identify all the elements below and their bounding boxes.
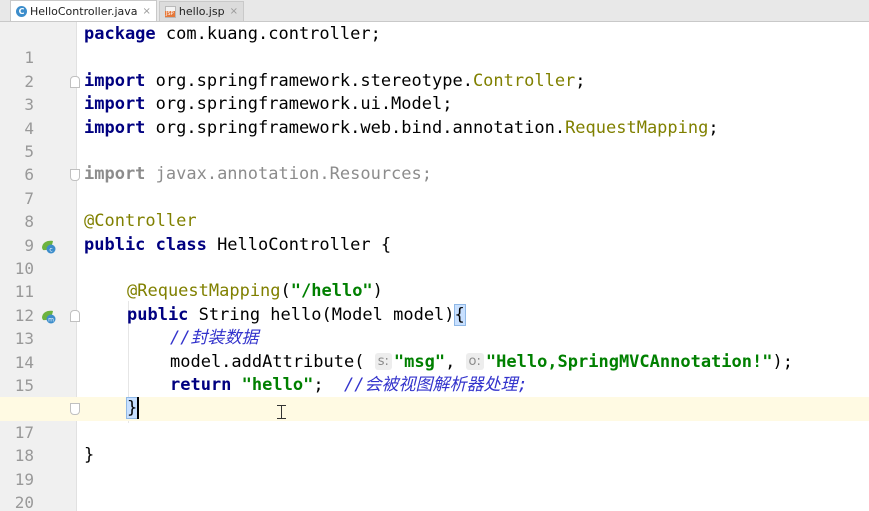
- code-line: 12 @RequestMapping("/hello"): [0, 280, 869, 324]
- code-line: 9 @Controller: [0, 210, 869, 254]
- current-code-line: 17 }: [0, 397, 869, 442]
- line-number: 20: [14, 493, 34, 511]
- svg-text:c: c: [49, 246, 52, 253]
- svg-text:m: m: [48, 316, 54, 323]
- code-line: 13 m public String hello(Model model){: [0, 303, 869, 348]
- code-text[interactable]: }: [84, 444, 94, 467]
- fold-icon[interactable]: [70, 309, 80, 322]
- parameter-hint: s:: [374, 352, 392, 370]
- spring-bean-icon[interactable]: c: [40, 238, 56, 254]
- editor-tab-bar: C HelloController.java × hello.jsp ×: [0, 0, 869, 22]
- jsp-file-icon: [164, 5, 176, 18]
- code-text[interactable]: public String hello(Model model){: [127, 303, 466, 327]
- code-text[interactable]: @Controller: [84, 210, 197, 233]
- fold-icon[interactable]: [70, 75, 80, 88]
- code-line: 14 //封装数据: [0, 327, 869, 371]
- code-line: 18: [0, 421, 869, 465]
- code-text[interactable]: import org.springframework.ui.Model;: [84, 93, 452, 116]
- code-line: 6: [0, 140, 869, 184]
- fold-icon[interactable]: [70, 403, 80, 416]
- code-line: 10 c public class HelloController {: [0, 234, 869, 278]
- code-text[interactable]: package com.kuang.controller;: [84, 23, 381, 46]
- tab-label: hello.jsp: [178, 5, 225, 18]
- code-line: 5 import org.springframework.web.bind.an…: [0, 117, 869, 161]
- code-text[interactable]: //封装数据: [170, 327, 258, 350]
- code-text[interactable]: import javax.annotation.Resources;: [84, 163, 432, 186]
- code-text[interactable]: }: [125, 397, 139, 420]
- code-line: 16 return "hello"; //会被视图解析器处理;: [0, 374, 869, 418]
- code-line: 7 import javax.annotation.Resources;: [0, 163, 869, 207]
- code-text[interactable]: import org.springframework.web.bind.anno…: [84, 117, 719, 140]
- tab-hello-jsp[interactable]: hello.jsp ×: [158, 1, 244, 21]
- code-text[interactable]: import org.springframework.stereotype.Co…: [84, 70, 586, 93]
- code-line: 4 import org.springframework.ui.Model;: [0, 93, 869, 137]
- tab-label: HelloController.java: [30, 4, 138, 18]
- code-line: 19 }: [0, 444, 869, 488]
- spring-request-mapping-icon[interactable]: m: [40, 308, 56, 324]
- code-line: 3 import org.springframework.stereotype.…: [0, 70, 869, 114]
- code-line: 2: [0, 46, 869, 91]
- code-line: 11: [0, 257, 869, 301]
- tab-hello-controller[interactable]: C HelloController.java ×: [10, 0, 157, 21]
- code-text[interactable]: public class HelloController {: [84, 234, 391, 257]
- code-text[interactable]: @RequestMapping("/hello"): [127, 280, 383, 303]
- code-line: 8: [0, 187, 869, 231]
- code-text[interactable]: model.addAttribute( s: "msg", o: "Hello,Sp…: [170, 351, 793, 374]
- code-line: 1 package com.kuang.controller;: [0, 23, 869, 67]
- code-line: 15 model.addAttribute( s: "msg", o: "Hello…: [0, 351, 869, 395]
- mouse-ibeam-cursor: [277, 405, 290, 419]
- text-caret: [137, 397, 139, 419]
- code-line: 20: [0, 468, 869, 511]
- parameter-hint: o:: [465, 352, 484, 370]
- close-icon[interactable]: ×: [143, 6, 151, 17]
- code-text[interactable]: return "hello"; //会被视图解析器处理;: [170, 374, 528, 397]
- fold-icon[interactable]: [70, 169, 80, 182]
- java-class-icon: C: [16, 5, 27, 17]
- close-icon[interactable]: ×: [230, 6, 238, 17]
